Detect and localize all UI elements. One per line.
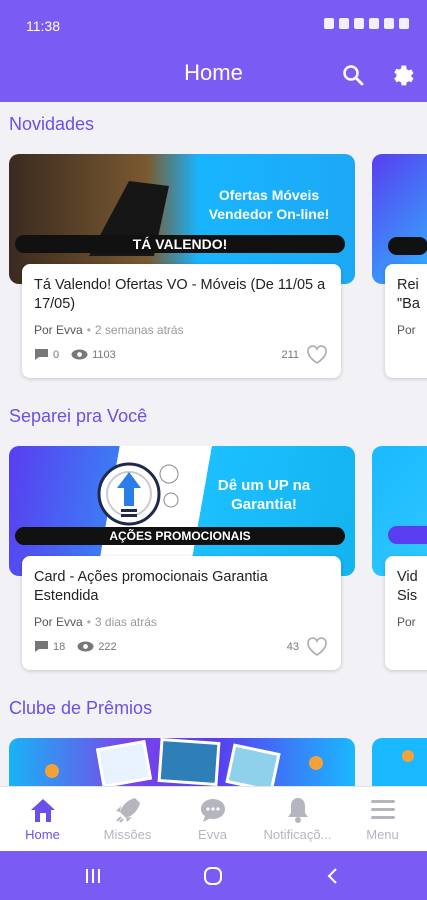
card-likes: 43 (287, 636, 329, 657)
card-author: Por Evva (34, 323, 83, 337)
next-card-peek[interactable] (372, 738, 427, 786)
card-stats: 18 222 (34, 640, 117, 653)
peek-title: Vid (397, 569, 418, 585)
nav-label: Evva (198, 827, 227, 842)
app-bar: Home (0, 50, 427, 102)
battery-icon (399, 18, 409, 29)
view-count: 1103 (92, 348, 116, 361)
card-title: Tá Valendo! Ofertas VO - Móveis (De 11/0… (34, 277, 326, 312)
card-info: Tá Valendo! Ofertas VO - Móveis (De 11/0… (22, 264, 341, 378)
gear-icon[interactable] (390, 62, 416, 88)
heart-icon[interactable] (305, 636, 329, 657)
peek-author: Por (397, 323, 416, 337)
content-card[interactable]: Dê um UP na Garantia! AÇÕES PROMOCIONAIS… (9, 446, 355, 674)
card-meta: Por Evva • 3 dias atrás (34, 615, 157, 629)
card-title: Card - Ações promocionais Garantia Esten… (34, 569, 268, 604)
photo-image (157, 738, 221, 786)
coin-icon (309, 756, 323, 770)
content-card[interactable]: Ofertas Móveis Vendedor On-line! TÁ VALE… (9, 154, 355, 382)
peek-info: Vid Sis Por (385, 556, 427, 670)
comment-icon (35, 349, 48, 360)
peek-ribbon (388, 237, 427, 255)
section-clube: Clube de Prêmios (0, 686, 427, 786)
views-icon (71, 349, 88, 360)
nav-item-home[interactable]: Home (0, 787, 85, 852)
wifi-icon (369, 18, 379, 29)
banner-headline: Dê um UP na Garantia! (217, 477, 311, 513)
card-info: Card - Ações promocionais Garantia Esten… (22, 556, 341, 670)
search-icon[interactable] (341, 63, 365, 87)
peek-info: Rei "Ba Por (385, 264, 427, 378)
card-ago: 3 dias atrás (94, 615, 157, 629)
like-count: 43 (286, 640, 299, 653)
card-stats: 0 1103 (34, 348, 116, 361)
prize-card-banner[interactable] (9, 738, 355, 786)
coin-icon (402, 750, 414, 762)
peek-title-line2: Sis (397, 588, 418, 604)
section-title: Novidades (9, 114, 95, 134)
photo-image (95, 739, 153, 786)
photo-image (225, 743, 281, 786)
section-novidades: Novidades Ofertas Móveis Vendedor On-lin… (0, 102, 427, 392)
card-ago: 2 semanas atrás (94, 323, 184, 337)
comment-count: 0 (53, 348, 60, 361)
banner-ribbon: TÁ VALENDO! (15, 235, 345, 253)
status-icons (324, 18, 409, 29)
home-icon (31, 799, 55, 822)
nav-item-evva[interactable]: Evva (170, 787, 255, 852)
peek-ribbon (388, 526, 427, 544)
feed[interactable]: Novidades Ofertas Móveis Vendedor On-lin… (0, 102, 427, 786)
signal-icon (384, 18, 394, 29)
views-icon (77, 641, 94, 652)
next-card-peek[interactable]: Rei "Ba Por (372, 154, 427, 382)
section-title: Clube de Prêmios (9, 698, 153, 718)
peek-title: Rei (397, 277, 419, 293)
mute-icon (354, 18, 364, 29)
section-separei: Separei pra Você Dê um UP na Garantia! A… (0, 394, 427, 684)
upgrade-badge-image (97, 462, 179, 526)
bell-icon (288, 798, 308, 823)
peek-author: Por (397, 615, 416, 629)
peek-title-line2: "Ba (397, 296, 420, 312)
back-icon[interactable] (325, 867, 339, 885)
notification-icon (324, 18, 334, 29)
like-count: 211 (281, 348, 299, 361)
banner-ribbon: AÇÕES PROMOCIONAIS (15, 527, 345, 545)
chat-icon (201, 799, 225, 822)
rocket-icon (116, 798, 140, 823)
card-meta: Por Evva • 2 semanas atrás (34, 323, 184, 337)
system-navigation-bar (0, 851, 427, 900)
card-likes: 211 (281, 344, 329, 365)
status-bar: 11:38 (0, 0, 427, 50)
status-time: 11:38 (26, 18, 60, 34)
nav-item-notificacoes[interactable]: Notificaçõ... (255, 787, 340, 852)
coin-icon (45, 764, 59, 778)
nav-item-menu[interactable]: Menu (340, 787, 425, 852)
alarm-icon (339, 18, 349, 29)
nav-label: Menu (366, 827, 399, 842)
card-author: Por Evva (34, 615, 83, 629)
nav-label: Notificaçõ... (263, 827, 332, 842)
home-button-icon[interactable] (203, 867, 223, 885)
nav-label: Missões (103, 827, 152, 842)
section-title: Separei pra Você (9, 406, 148, 426)
view-count: 222 (98, 640, 117, 653)
heart-icon[interactable] (305, 344, 329, 365)
nav-label: Home (25, 827, 60, 842)
nav-item-missoes[interactable]: Missões (85, 787, 170, 852)
comment-icon (35, 641, 48, 652)
menu-icon (371, 800, 395, 819)
recents-icon[interactable] (84, 868, 102, 884)
comment-count: 18 (53, 640, 66, 653)
bottom-navigation: Home Missões Evva Notificaçõ... Menu (0, 786, 427, 851)
next-card-peek[interactable]: Vid Sis Por (372, 446, 427, 674)
banner-headline: Ofertas Móveis Vendedor On-line! (208, 187, 330, 222)
